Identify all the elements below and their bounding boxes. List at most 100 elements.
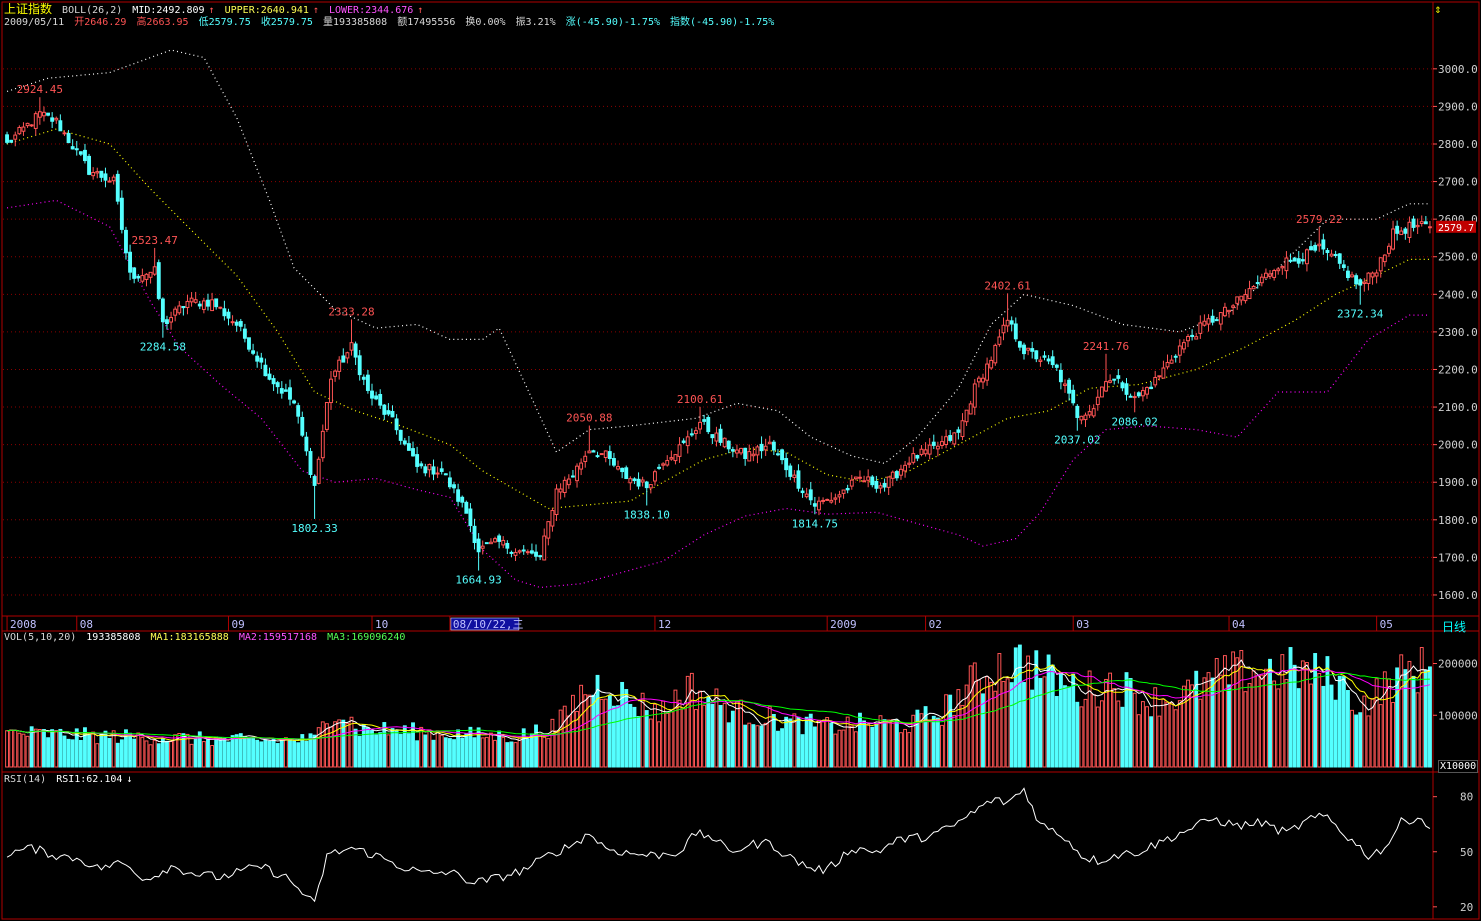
y-tick-label: 2000.0 xyxy=(1438,439,1478,452)
volume-bar xyxy=(378,732,383,768)
instrument-title[interactable]: 上证指数 xyxy=(4,2,52,16)
candle-body xyxy=(886,476,891,488)
volume-bar xyxy=(780,728,784,768)
x-tick-label: 02 xyxy=(929,618,942,631)
candle-body xyxy=(493,538,497,543)
candle-body xyxy=(17,126,22,135)
candle-body xyxy=(1325,250,1330,254)
rsi-line xyxy=(6,787,1431,903)
rsi-label: RSI(14) xyxy=(4,774,47,785)
x-tick-label: 10 xyxy=(375,618,388,631)
volume-bar xyxy=(452,739,456,768)
volume-bar xyxy=(1354,714,1359,768)
volume-bar xyxy=(423,734,428,768)
rsi-y-tick-label: 50 xyxy=(1460,846,1473,859)
price-annotation: 1814.75 xyxy=(792,517,838,530)
volume-bar xyxy=(312,734,317,768)
candle-body xyxy=(784,458,789,471)
volume-bar xyxy=(1165,701,1170,768)
volume-bar xyxy=(1272,680,1277,768)
candle-body xyxy=(456,489,461,502)
volume-bar xyxy=(628,703,633,768)
candle-body xyxy=(1030,348,1035,352)
x-tick-label: 04 xyxy=(1232,618,1246,631)
candle-body xyxy=(341,355,346,363)
candle-body xyxy=(1362,281,1367,284)
candle-body xyxy=(1022,344,1026,355)
candle-body xyxy=(1227,309,1231,313)
volume-bar xyxy=(1222,655,1227,768)
candle-body xyxy=(1419,221,1424,224)
candle-body xyxy=(447,477,452,488)
candle-body xyxy=(1104,381,1108,392)
volume-bar xyxy=(1079,706,1084,768)
volume-bar xyxy=(858,712,862,768)
volume-bar xyxy=(1157,715,1162,768)
candle-body xyxy=(747,451,752,462)
candle-body xyxy=(148,271,153,278)
volume-bar xyxy=(1030,689,1035,768)
volume-bar xyxy=(464,733,469,768)
candle-body xyxy=(1145,387,1149,395)
candle-body xyxy=(452,484,456,489)
volume-bar xyxy=(271,738,276,768)
volume-bar xyxy=(853,731,858,768)
candle-body xyxy=(353,343,358,358)
y-tick-label: 2800.0 xyxy=(1438,138,1478,151)
candle-body xyxy=(177,305,182,314)
candle-body xyxy=(1116,375,1121,379)
candle-body xyxy=(1120,382,1125,389)
volume-bar xyxy=(886,719,891,768)
candle-body xyxy=(185,300,190,309)
candle-body xyxy=(70,146,75,150)
candle-body xyxy=(464,501,469,514)
candle-body xyxy=(271,378,276,385)
y-tick-label: 1900.0 xyxy=(1438,476,1478,489)
volume-bar xyxy=(1358,712,1363,768)
candle-body xyxy=(201,300,206,310)
candle-body xyxy=(1428,226,1432,229)
candle-body xyxy=(796,470,801,489)
volume-bar xyxy=(1296,688,1301,768)
volume-bar xyxy=(443,737,448,768)
candle-body xyxy=(1206,318,1211,325)
volume-bar xyxy=(796,716,801,768)
volume-bar xyxy=(534,724,538,768)
candle-body xyxy=(517,550,522,553)
candle-body xyxy=(1190,334,1195,337)
volume-bar xyxy=(821,721,825,768)
volume-bar xyxy=(1136,714,1141,768)
candle-body xyxy=(694,430,698,434)
candle-body xyxy=(1054,364,1059,368)
candle-body xyxy=(206,299,210,307)
volume-bar xyxy=(603,698,608,768)
volume-bar xyxy=(1067,686,1072,768)
updown-arrow-icon[interactable]: ⇕ xyxy=(1431,2,1445,16)
candle-body xyxy=(193,299,198,303)
volume-bar xyxy=(1017,644,1022,768)
candle-body xyxy=(1005,319,1010,327)
candle-body xyxy=(673,454,678,462)
candle-body xyxy=(759,443,764,452)
x-tick-label: 12 xyxy=(658,618,671,631)
candle-body xyxy=(1292,257,1297,262)
candle-body xyxy=(894,471,899,479)
vol-value: 193385808 xyxy=(86,632,141,643)
candle-body xyxy=(1214,319,1219,322)
candle-body xyxy=(33,113,38,129)
candle-body xyxy=(1034,350,1039,360)
amplitude: 振3.21% xyxy=(515,17,556,28)
volume-bar xyxy=(480,737,485,768)
volume-bar xyxy=(128,732,133,768)
candle-body xyxy=(398,429,403,441)
volume-bar xyxy=(931,715,936,768)
candle-body xyxy=(702,419,707,422)
volume-bar xyxy=(103,730,108,768)
volume-bar xyxy=(948,694,953,768)
period-label[interactable]: 日线 xyxy=(1442,618,1466,635)
volume-bar xyxy=(591,694,596,768)
volume-bar xyxy=(1235,657,1240,768)
volume-bar xyxy=(148,744,153,768)
candle-body xyxy=(402,440,407,445)
candle-body xyxy=(681,440,686,443)
